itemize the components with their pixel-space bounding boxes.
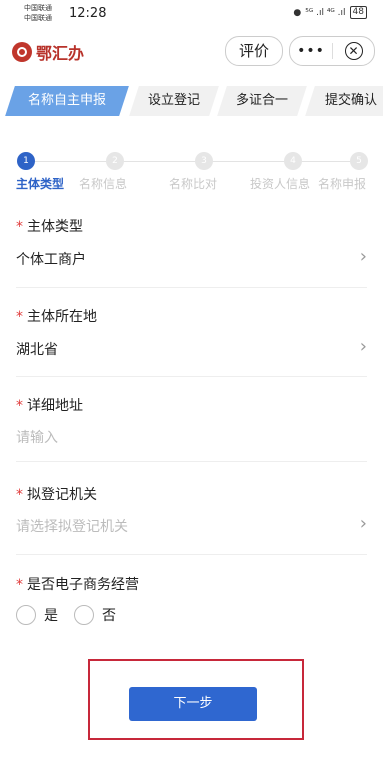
app-header: 鄂汇办 评价 ••• ✕ <box>0 30 383 72</box>
location-field[interactable]: * 主体所在地 湖北省 › <box>0 304 383 384</box>
field-divider <box>16 287 367 288</box>
carrier-info: 中国联通 中国联通 <box>24 3 52 23</box>
chevron-right-icon: › <box>359 336 367 357</box>
location-label-text: 主体所在地 <box>27 309 97 325</box>
step-dot-1: 1 <box>17 152 35 170</box>
battery-icon: 48 <box>349 6 367 19</box>
carrier-1: 中国联通 <box>24 4 52 12</box>
field-divider <box>16 376 367 377</box>
tab-registration[interactable]: 设立登记 <box>129 86 219 116</box>
required-mark: * <box>16 398 23 414</box>
authority-field[interactable]: * 拟登记机关 请选择拟登记机关 › <box>0 482 383 552</box>
location-label: * 主体所在地 <box>16 306 97 326</box>
system-icons: ● ⁵ᴳ .ıl ⁴ᴳ .ıl 48 <box>293 6 367 19</box>
step-label-2: 名称信息 <box>79 177 128 191</box>
chevron-right-icon: › <box>359 513 367 534</box>
location-icon: ● <box>293 7 302 18</box>
step-label-1: 主体类型 <box>16 177 65 191</box>
entity-type-label-text: 主体类型 <box>27 219 83 235</box>
address-label-text: 详细地址 <box>27 398 83 414</box>
tab-submit-confirm[interactable]: 提交确认 <box>305 86 383 116</box>
tab-label: 名称自主申报 <box>27 93 106 108</box>
step-dot-3: 3 <box>195 152 213 170</box>
step-label-5: 名称申报 <box>318 177 367 191</box>
required-mark: * <box>16 577 23 593</box>
ecommerce-field: * 是否电子商务经营 <box>0 572 383 596</box>
tab-label: 设立登记 <box>147 93 200 108</box>
tab-multi-license[interactable]: 多证合一 <box>217 86 307 116</box>
entity-type-label: * 主体类型 <box>16 216 83 236</box>
step-dot-5: 5 <box>350 152 368 170</box>
radio-no[interactable] <box>74 605 94 625</box>
process-tabs: 名称自主申报 设立登记 多证合一 提交确认 <box>0 86 383 116</box>
field-divider <box>16 461 367 462</box>
status-bar: 中国联通 中国联通 12:28 ● ⁵ᴳ .ıl ⁴ᴳ .ıl 48 <box>0 0 383 30</box>
address-input[interactable]: 请输入 <box>16 427 58 447</box>
ecommerce-label-text: 是否电子商务经营 <box>27 577 139 593</box>
location-value[interactable]: 湖北省 <box>16 339 58 359</box>
step-label-3: 名称比对 <box>169 177 218 191</box>
tab-name-declaration[interactable]: 名称自主申报 <box>5 86 129 116</box>
radio-yes[interactable] <box>16 605 36 625</box>
step-label-4: 投资人信息 <box>250 177 311 191</box>
entity-type-field[interactable]: * 主体类型 个体工商户 › <box>0 214 383 294</box>
carrier-2: 中国联通 <box>24 14 52 22</box>
authority-select[interactable]: 请选择拟登记机关 <box>16 516 128 536</box>
chevron-right-icon: › <box>359 246 367 267</box>
radio-no-label[interactable]: 否 <box>102 605 116 625</box>
logo-icon <box>12 42 32 62</box>
radio-yes-label[interactable]: 是 <box>44 605 58 625</box>
address-label: * 详细地址 <box>16 395 83 415</box>
network-signal-icon: ⁵ᴳ .ıl ⁴ᴳ .ıl <box>305 7 346 18</box>
close-icon: ✕ <box>344 42 363 60</box>
next-step-button[interactable]: 下一步 <box>129 687 257 721</box>
logo-text: 鄂汇办 <box>36 44 85 63</box>
step-track <box>26 161 362 162</box>
evaluate-button[interactable]: 评价 <box>225 36 283 66</box>
tab-label: 提交确认 <box>324 93 377 108</box>
status-time: 12:28 <box>69 6 107 21</box>
step-dot-4: 4 <box>284 152 302 170</box>
app-logo: 鄂汇办 <box>12 40 84 64</box>
step-indicator: 1 2 3 4 5 主体类型 名称信息 名称比对 投资人信息 名称申报 <box>0 150 383 200</box>
required-mark: * <box>16 219 23 235</box>
more-icon[interactable]: ••• <box>290 43 332 59</box>
field-divider <box>16 554 367 555</box>
step-dot-2: 2 <box>106 152 124 170</box>
entity-type-value[interactable]: 个体工商户 <box>16 249 86 269</box>
tab-label: 多证合一 <box>235 93 288 108</box>
authority-label: * 拟登记机关 <box>16 484 97 504</box>
address-field: * 详细地址 请输入 <box>0 393 383 463</box>
close-button[interactable]: ✕ <box>333 42 374 60</box>
required-mark: * <box>16 487 23 503</box>
ecommerce-radio-group: 是 否 <box>16 605 132 625</box>
miniprogram-capsule: ••• ✕ <box>289 36 375 66</box>
ecommerce-label: * 是否电子商务经营 <box>16 574 139 594</box>
required-mark: * <box>16 309 23 325</box>
authority-label-text: 拟登记机关 <box>27 487 97 503</box>
